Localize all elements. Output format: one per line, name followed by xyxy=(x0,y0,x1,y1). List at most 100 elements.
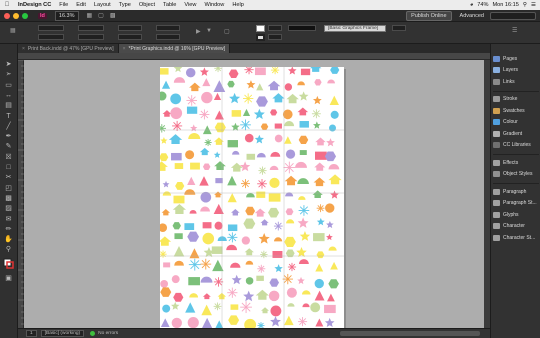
shear-field[interactable] xyxy=(156,34,180,40)
notification-center-icon[interactable]: ☰ xyxy=(531,2,536,8)
rectangle-tool-icon[interactable]: □ xyxy=(3,163,14,172)
zoom-tool-icon[interactable]: ⚲ xyxy=(3,245,14,254)
panel-swatches[interactable]: Swatches xyxy=(493,106,540,115)
close-window-icon[interactable] xyxy=(4,12,10,19)
rotation-field[interactable] xyxy=(156,25,180,31)
free-transform-tool-icon[interactable]: ◰ xyxy=(3,184,14,193)
adobe-stock-search-input[interactable] xyxy=(490,11,536,20)
semicircle-shape xyxy=(232,150,240,155)
menu-app[interactable]: InDesign CC xyxy=(14,2,55,8)
close-tab-icon[interactable]: × xyxy=(123,46,126,52)
preflight-errors[interactable]: No errors xyxy=(98,331,118,336)
panel-paragraph[interactable]: Paragraph xyxy=(493,187,540,196)
control-panel-menu-icon[interactable]: ☰ xyxy=(512,27,517,34)
gradient-swatch-tool-icon[interactable]: ▩ xyxy=(3,194,14,203)
width-field[interactable] xyxy=(78,25,104,31)
panel-paragraph-st[interactable]: Paragraph St... xyxy=(493,199,540,208)
selection-tool-icon[interactable]: ➤ xyxy=(3,60,14,69)
gradient-feather-tool-icon[interactable]: ▨ xyxy=(3,204,14,213)
wifi-icon[interactable]: ◕ xyxy=(470,2,473,8)
opacity-field[interactable] xyxy=(392,25,406,31)
panel-effects[interactable]: Effects xyxy=(493,158,540,167)
y-position-field[interactable] xyxy=(38,34,64,40)
horizontal-ruler[interactable] xyxy=(18,53,490,60)
stroke-type-dropdown[interactable] xyxy=(288,25,316,31)
menu-object[interactable]: Object xyxy=(135,2,159,8)
flip-horizontal-icon[interactable]: ▶ xyxy=(196,28,201,35)
panel-character-st[interactable]: Character St... xyxy=(493,233,540,242)
tab-print-graphics[interactable]: × *Print Graphics.indd @ 16% [GPU Previe… xyxy=(118,44,231,53)
tab-label: *Print Graphics.indd @ 16% [GPU Preview] xyxy=(128,45,226,52)
screen-mode-icon[interactable]: ▢ xyxy=(98,12,104,19)
zoom-level-field[interactable]: 16.3% xyxy=(54,10,79,21)
fill-dropdown[interactable] xyxy=(268,25,282,31)
pen-tool-icon[interactable]: ✒ xyxy=(3,132,14,141)
height-field[interactable] xyxy=(78,34,104,40)
scale-x-field[interactable] xyxy=(118,25,142,31)
indesign-logo: Id xyxy=(38,12,47,19)
hand-tool-icon[interactable]: ✋ xyxy=(3,235,14,244)
scissors-tool-icon[interactable]: ✂ xyxy=(3,173,14,182)
scale-y-field[interactable] xyxy=(118,34,142,40)
select-container-icon[interactable]: ▢ xyxy=(224,28,230,35)
type-tool-icon[interactable]: T xyxy=(3,112,14,121)
panel-cc-libraries[interactable]: CC Libraries xyxy=(493,141,540,150)
zoom-window-icon[interactable] xyxy=(22,12,28,19)
panel-colour[interactable]: Colour xyxy=(493,118,540,127)
spotlight-icon[interactable]: ⚲ xyxy=(523,2,527,8)
pencil-tool-icon[interactable]: ✎ xyxy=(3,142,14,151)
clock[interactable]: Mon 16:15 xyxy=(492,2,518,8)
object-style-dropdown[interactable]: [Basic Graphics Frame] xyxy=(324,25,386,32)
battery-percent[interactable]: 74% xyxy=(477,2,488,8)
eyedropper-tool-icon[interactable]: ✏ xyxy=(3,225,14,234)
content-collector-icon[interactable]: ▤ xyxy=(3,101,14,110)
flip-vertical-icon[interactable]: ▼ xyxy=(206,28,212,34)
note-tool-icon[interactable]: ✉ xyxy=(3,215,14,224)
screen-mode-icon[interactable]: ▣ xyxy=(3,274,14,283)
close-tab-icon[interactable]: × xyxy=(22,46,25,52)
panel-gradient[interactable]: Gradient xyxy=(493,129,540,138)
panel-object-styles[interactable]: Object Styles xyxy=(493,170,540,179)
direct-selection-tool-icon[interactable]: ➣ xyxy=(3,70,14,79)
menu-help[interactable]: Help xyxy=(228,2,248,8)
menu-file[interactable]: File xyxy=(55,2,72,8)
stroke-weight-field[interactable] xyxy=(268,34,282,40)
page-number-field[interactable]: 1 xyxy=(26,330,37,337)
panel-glyphs[interactable]: Glyphs xyxy=(493,210,540,219)
reference-point-icon[interactable]: ▦ xyxy=(10,27,16,34)
menu-view[interactable]: View xyxy=(180,2,200,8)
view-options-icon[interactable]: ▦ xyxy=(87,12,93,19)
arrange-documents-icon[interactable]: ▩ xyxy=(110,12,116,19)
page-tool-icon[interactable]: ▭ xyxy=(3,81,14,90)
horizontal-scrollbar[interactable] xyxy=(340,331,480,336)
tab-print-back[interactable]: × Print Back.indd @ 47% [GPU Preview] xyxy=(18,44,119,53)
panel-layers[interactable]: Layers xyxy=(493,66,540,75)
menu-table[interactable]: Table xyxy=(159,2,180,8)
rectangle-shape xyxy=(173,195,185,204)
panel-pages[interactable]: Pages xyxy=(493,54,540,63)
publish-online-button[interactable]: Publish Online xyxy=(406,10,452,21)
arrow-shape xyxy=(254,208,266,217)
circle-shape xyxy=(201,91,213,104)
panel-links[interactable]: Links xyxy=(493,77,540,86)
menu-window[interactable]: Window xyxy=(200,2,228,8)
menu-type[interactable]: Type xyxy=(115,2,135,8)
panel-stroke[interactable]: Stroke xyxy=(493,95,540,104)
fill-swatch-icon[interactable] xyxy=(256,25,265,32)
graphic-pattern[interactable] xyxy=(160,67,344,328)
minimize-window-icon[interactable] xyxy=(13,12,19,19)
gap-tool-icon[interactable]: ↔ xyxy=(3,91,14,100)
menu-layout[interactable]: Layout xyxy=(90,2,115,8)
menu-edit[interactable]: Edit xyxy=(72,2,90,8)
fill-stroke-swatch-icon[interactable] xyxy=(3,258,14,270)
panel-character[interactable]: Character xyxy=(493,222,540,231)
line-tool-icon[interactable]: ╱ xyxy=(3,122,14,131)
x-position-field[interactable] xyxy=(38,25,64,31)
stroke-swatch-icon[interactable] xyxy=(256,34,265,41)
rectangle-frame-tool-icon[interactable]: ☒ xyxy=(3,153,14,162)
workspace-switcher[interactable]: Advanced xyxy=(460,13,484,19)
preflight-profile-dropdown[interactable]: [Basic] (working) xyxy=(40,330,85,337)
apple-logo-icon[interactable]:  xyxy=(0,2,14,8)
document-page[interactable] xyxy=(160,67,344,328)
triangle-shape xyxy=(202,125,212,135)
